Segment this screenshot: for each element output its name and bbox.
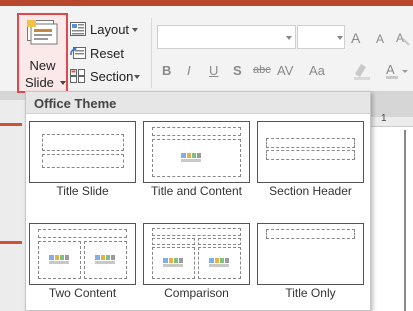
- heading-placeholder-left: [152, 238, 195, 245]
- title-placeholder: [152, 127, 241, 136]
- title-placeholder: [42, 134, 124, 151]
- caret-down-icon[interactable]: [286, 36, 292, 40]
- content-placeholder-icon: [181, 153, 201, 162]
- layout-label-title-only: Title Only: [285, 286, 336, 300]
- new-slide-icon: [27, 20, 58, 45]
- slide-panel-edge: [0, 100, 25, 311]
- highlight-color-icon[interactable]: [352, 62, 372, 80]
- title-placeholder: [266, 229, 355, 239]
- caret-down-icon[interactable]: [337, 36, 343, 40]
- grow-font-button[interactable]: A: [351, 30, 360, 46]
- title-placeholder: [152, 228, 241, 236]
- ruler: [371, 117, 413, 127]
- content-placeholder-icon: [95, 255, 115, 264]
- character-spacing-button[interactable]: AV: [277, 63, 293, 78]
- svg-text:A: A: [386, 62, 395, 77]
- layout-thumb-two-content[interactable]: [29, 223, 136, 285]
- gallery-header: Office Theme: [26, 92, 370, 114]
- layout-label-title-and-content: Title and Content: [151, 184, 242, 198]
- text-placeholder: [266, 150, 355, 160]
- layout-thumb-title-and-content[interactable]: [143, 121, 250, 183]
- subtitle-placeholder: [42, 154, 124, 168]
- title-placeholder: [266, 138, 355, 148]
- reset-button[interactable]: Reset: [70, 44, 146, 64]
- caret-down-icon: [134, 75, 140, 79]
- gallery-header-label: Office Theme: [34, 96, 117, 111]
- bold-button[interactable]: B: [162, 63, 171, 78]
- shadow-button[interactable]: S: [233, 63, 242, 78]
- content-placeholder-icon: [49, 255, 69, 264]
- section-icon: [70, 69, 85, 83]
- layout-thumb-title-only[interactable]: [257, 223, 364, 285]
- slide-canvas-area: [371, 117, 413, 311]
- reset-icon: [70, 47, 86, 59]
- new-slide-label-line1: New: [29, 58, 56, 73]
- font-color-icon[interactable]: A: [386, 62, 410, 80]
- canvas-border: [404, 130, 406, 311]
- layout-icon: [70, 22, 86, 36]
- layout-label-comparison: Comparison: [164, 286, 229, 300]
- ribbon-separator: [151, 18, 152, 88]
- content-placeholder-icon: [163, 258, 183, 267]
- layout-label-section-header: Section Header: [269, 184, 352, 198]
- layout-label-two-content: Two Content: [48, 286, 117, 300]
- layout-button[interactable]: Layout: [70, 20, 146, 40]
- caret-down-icon: [132, 28, 138, 32]
- title-placeholder: [38, 229, 127, 238]
- caret-down-icon: [60, 81, 66, 85]
- layout-label-title-slide: Title Slide: [56, 184, 109, 198]
- section-button[interactable]: Section: [70, 67, 146, 87]
- ruler-mark: 1: [381, 113, 387, 124]
- content-placeholder-icon: [209, 258, 229, 267]
- heading-placeholder-right: [198, 238, 241, 245]
- layout-thumb-title-slide[interactable]: [29, 121, 136, 183]
- italic-button[interactable]: I: [187, 63, 191, 78]
- new-slide-label-line2: Slide: [25, 75, 54, 90]
- clear-format-icon[interactable]: A: [396, 30, 410, 46]
- slide-marker: [0, 123, 22, 126]
- underline-button[interactable]: U: [209, 63, 218, 78]
- layout-thumb-comparison[interactable]: [143, 223, 250, 285]
- svg-text:A: A: [396, 31, 404, 45]
- layout-label: Layout: [90, 22, 130, 37]
- reset-label: Reset: [90, 46, 124, 61]
- shrink-font-button[interactable]: A: [376, 32, 384, 46]
- layout-gallery-dropdown: Office Theme Title Slide Title and Conte…: [25, 91, 371, 311]
- new-slide-button[interactable]: New Slide: [17, 13, 68, 93]
- section-label: Section: [90, 69, 134, 84]
- layout-thumb-section-header[interactable]: [257, 121, 364, 183]
- font-name-box[interactable]: [157, 25, 296, 49]
- slide-marker: [0, 241, 22, 244]
- strikethrough-button[interactable]: abc: [253, 64, 271, 76]
- change-case-button[interactable]: Aa: [309, 63, 325, 78]
